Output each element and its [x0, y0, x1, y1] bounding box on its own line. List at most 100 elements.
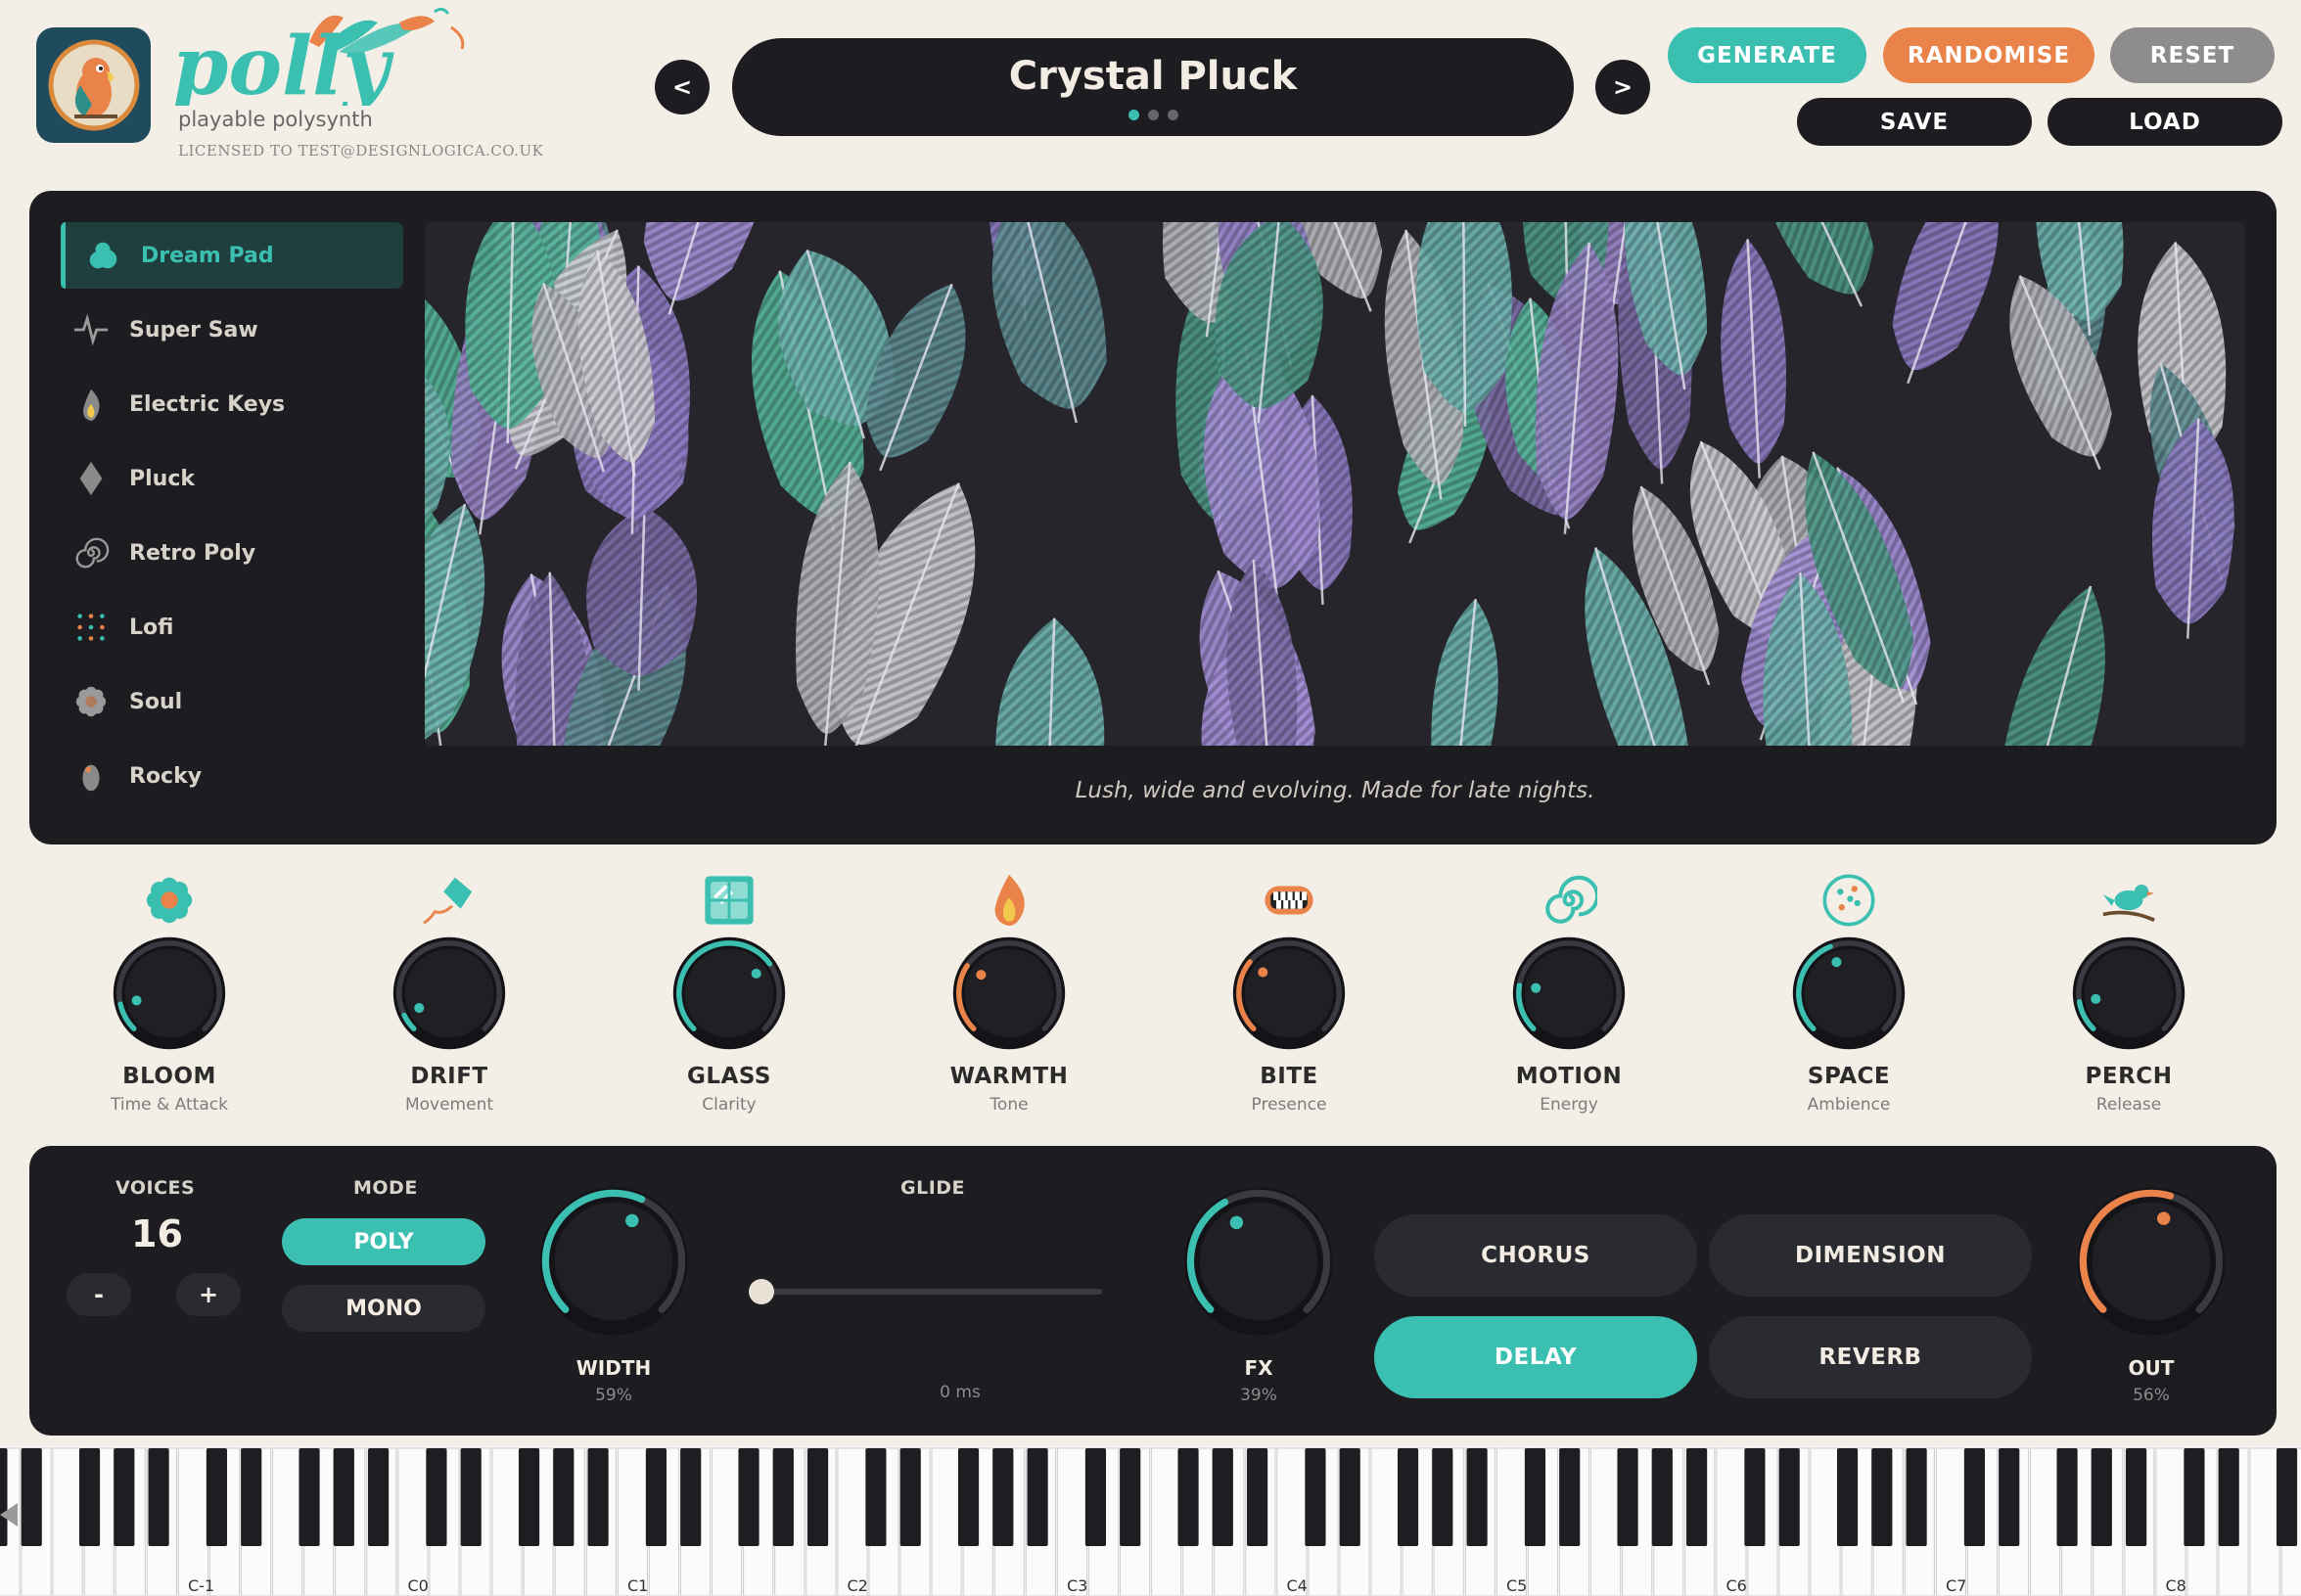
save-button[interactable]: SAVE — [1797, 98, 2032, 146]
black-key[interactable] — [1963, 1448, 1986, 1546]
out-knob[interactable] — [2073, 1183, 2230, 1340]
white-key[interactable] — [2030, 1447, 2061, 1596]
previous-preset-button[interactable]: < — [655, 60, 710, 114]
voices-increment-button[interactable]: + — [176, 1273, 241, 1316]
glide-slider-track[interactable] — [759, 1289, 1102, 1295]
black-key[interactable] — [1778, 1448, 1800, 1546]
black-key[interactable] — [2276, 1448, 2298, 1546]
category-item[interactable]: Soul — [61, 668, 403, 735]
black-key[interactable] — [1177, 1448, 1199, 1546]
black-key[interactable] — [1212, 1448, 1233, 1546]
fx-knob[interactable] — [1180, 1183, 1337, 1340]
piano-keys[interactable]: C-1 C0 C1 C2 C3 C4 C5 C6 C7 C8 — [0, 1446, 2301, 1596]
poly-mode-button[interactable]: POLY — [282, 1218, 485, 1265]
black-key[interactable] — [738, 1448, 759, 1546]
black-key[interactable] — [1686, 1448, 1708, 1546]
white-key[interactable] — [397, 1447, 429, 1596]
generate-button[interactable]: GENERATE — [1668, 27, 1866, 83]
white-key[interactable] — [1056, 1447, 1087, 1596]
black-key[interactable] — [680, 1448, 702, 1546]
category-item[interactable]: Rocky — [61, 743, 403, 809]
black-key[interactable] — [1397, 1448, 1419, 1546]
black-key[interactable] — [2218, 1448, 2239, 1546]
black-key[interactable] — [460, 1448, 482, 1546]
black-key[interactable] — [148, 1448, 169, 1546]
white-key[interactable] — [2155, 1447, 2186, 1596]
black-key[interactable] — [426, 1448, 447, 1546]
black-key[interactable] — [1651, 1448, 1673, 1546]
mono-mode-button[interactable]: MONO — [282, 1285, 485, 1332]
category-item[interactable]: Pluck — [61, 445, 403, 512]
black-key[interactable] — [587, 1448, 609, 1546]
black-key[interactable] — [1999, 1448, 2020, 1546]
macro-knob[interactable] — [111, 935, 228, 1052]
preset-page-dot[interactable] — [1147, 110, 1159, 120]
white-key[interactable] — [177, 1447, 208, 1596]
black-key[interactable] — [0, 1448, 8, 1546]
white-key[interactable] — [1810, 1447, 1841, 1596]
black-key[interactable] — [865, 1448, 887, 1546]
reset-button[interactable]: RESET — [2110, 27, 2275, 83]
black-key[interactable] — [2091, 1448, 2112, 1546]
white-key[interactable] — [1370, 1447, 1402, 1596]
white-key[interactable] — [712, 1447, 743, 1596]
macro-knob[interactable] — [2070, 935, 2187, 1052]
black-key[interactable] — [1432, 1448, 1453, 1546]
piano-keyboard[interactable]: C-1 C0 C1 C2 C3 C4 C5 C6 C7 C8 — [0, 1446, 2301, 1596]
next-preset-button[interactable]: > — [1595, 60, 1650, 114]
black-key[interactable] — [899, 1448, 921, 1546]
white-key[interactable] — [931, 1447, 962, 1596]
black-key[interactable] — [1871, 1448, 1893, 1546]
black-key[interactable] — [518, 1448, 540, 1546]
white-key[interactable] — [491, 1447, 523, 1596]
black-key[interactable] — [957, 1448, 980, 1546]
black-key[interactable] — [1084, 1448, 1107, 1546]
black-key[interactable] — [368, 1448, 390, 1546]
black-key[interactable] — [2056, 1448, 2078, 1546]
fx-type-button[interactable]: DIMENSION — [1709, 1214, 2032, 1297]
fx-type-button[interactable]: CHORUS — [1374, 1214, 1697, 1297]
black-key[interactable] — [1120, 1448, 1141, 1546]
white-key[interactable] — [1276, 1447, 1308, 1596]
glide-slider-thumb[interactable] — [749, 1279, 774, 1304]
macro-knob[interactable] — [1790, 935, 1908, 1052]
black-key[interactable] — [1744, 1448, 1766, 1546]
black-key[interactable] — [1339, 1448, 1360, 1546]
category-item[interactable]: Retro Poly — [61, 520, 403, 586]
black-key[interactable] — [114, 1448, 135, 1546]
black-key[interactable] — [1559, 1448, 1581, 1546]
white-key[interactable] — [1151, 1447, 1182, 1596]
black-key[interactable] — [1836, 1448, 1859, 1546]
black-key[interactable] — [241, 1448, 262, 1546]
white-key[interactable] — [1590, 1447, 1622, 1596]
preset-page-dot[interactable] — [1127, 110, 1139, 120]
category-item[interactable]: Electric Keys — [61, 371, 403, 437]
black-key[interactable] — [1524, 1448, 1546, 1546]
macro-knob[interactable] — [1230, 935, 1348, 1052]
black-key[interactable] — [1466, 1448, 1488, 1546]
width-knob[interactable] — [535, 1183, 692, 1340]
category-item[interactable]: Lofi — [61, 594, 403, 661]
black-key[interactable] — [645, 1448, 667, 1546]
black-key[interactable] — [553, 1448, 575, 1546]
black-key[interactable] — [1027, 1448, 1048, 1546]
black-key[interactable] — [1906, 1448, 1927, 1546]
white-key[interactable] — [52, 1447, 83, 1596]
black-key[interactable] — [807, 1448, 829, 1546]
fx-type-button[interactable]: REVERB — [1709, 1316, 2032, 1398]
black-key[interactable] — [2126, 1448, 2147, 1546]
black-key[interactable] — [206, 1448, 228, 1546]
preset-display[interactable]: Crystal Pluck — [732, 38, 1574, 136]
white-key[interactable] — [1496, 1447, 1527, 1596]
fx-type-button[interactable]: DELAY — [1374, 1316, 1697, 1398]
macro-knob[interactable] — [391, 935, 508, 1052]
black-key[interactable] — [992, 1448, 1014, 1546]
black-key[interactable] — [333, 1448, 354, 1546]
black-key[interactable] — [1247, 1448, 1268, 1546]
scroll-left-arrow-icon[interactable] — [0, 1503, 18, 1527]
category-item[interactable]: Super Saw — [61, 296, 403, 363]
category-item[interactable]: Dream Pad — [61, 222, 403, 289]
macro-knob[interactable] — [1510, 935, 1628, 1052]
load-button[interactable]: LOAD — [2048, 98, 2282, 146]
white-key[interactable] — [272, 1447, 303, 1596]
